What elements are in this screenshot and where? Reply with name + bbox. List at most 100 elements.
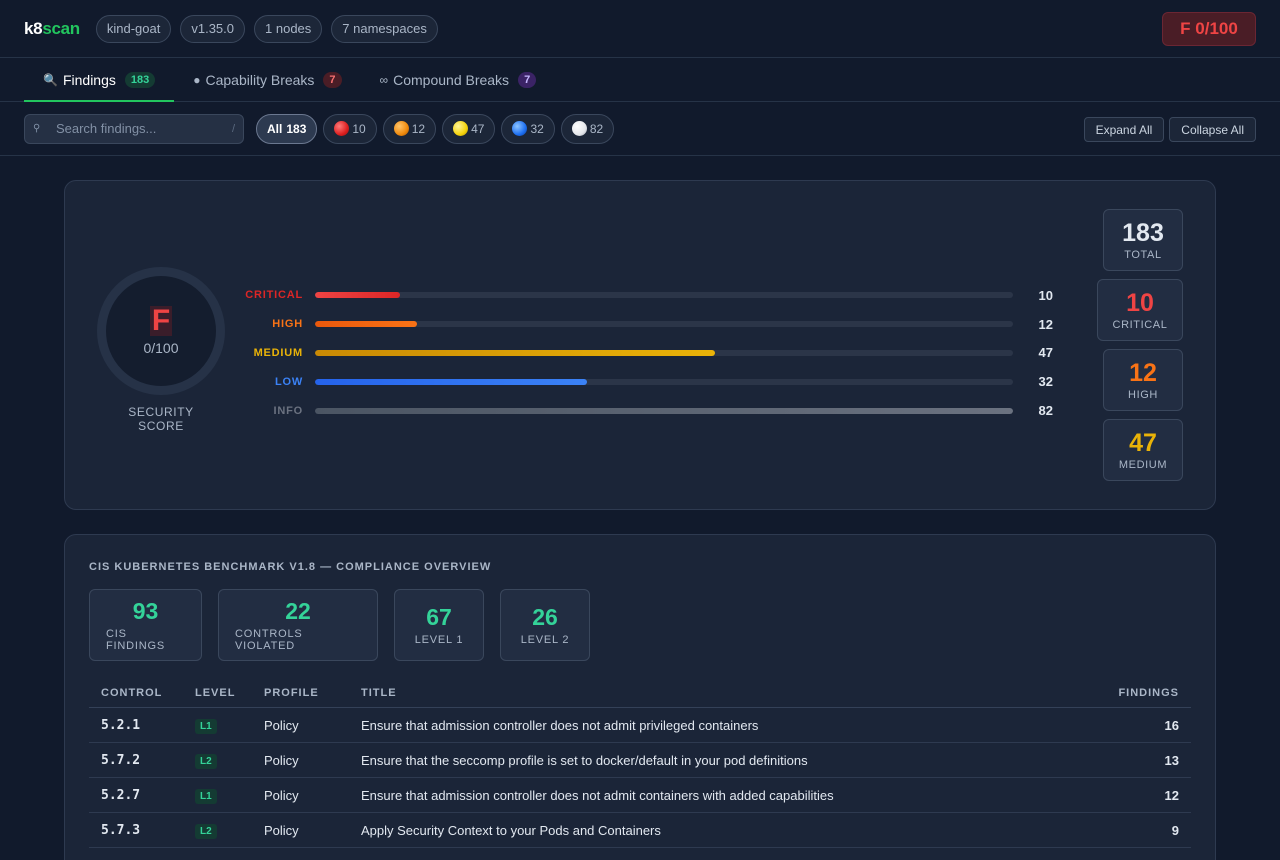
findings-count: 9 — [1068, 812, 1191, 848]
controls-violated-box: 22 CONTROLS VIOLATED — [218, 589, 378, 661]
score-grade: F — [149, 304, 173, 337]
tab-compound-breaks[interactable]: ∞ Compound Breaks 7 — [361, 58, 556, 101]
box-number: 22 — [285, 598, 311, 624]
level-cell: L1 — [183, 777, 252, 813]
severity-bar-label: CRITICAL — [245, 289, 303, 302]
cis-findings-box: 93 CIS FINDINGS — [89, 589, 202, 661]
stat-high: 12 HIGH — [1103, 349, 1183, 411]
severity-bar-low: LOW 32 — [245, 367, 1075, 396]
level-badge: L1 — [195, 788, 217, 804]
section-title: CIS KUBERNETES BENCHMARK V1.8 — COMPLIAN… — [89, 561, 492, 573]
white-dot-icon — [571, 121, 587, 136]
tab-count-badge: 7 — [518, 71, 537, 88]
stat-label: TOTAL — [1124, 249, 1162, 261]
severity-bar-fill — [315, 378, 588, 385]
column-header-level[interactable]: LEVEL — [183, 687, 252, 708]
stat-number: 47 — [1129, 429, 1157, 457]
tab-findings[interactable]: 🔍 Findings 183 — [24, 58, 175, 102]
chip-count: 12 — [411, 121, 426, 136]
stat-medium: 47 MEDIUM — [1103, 419, 1183, 481]
yellow-dot-icon — [453, 121, 469, 136]
profile-cell: Policy — [252, 812, 349, 848]
search-input[interactable] — [46, 121, 232, 136]
severity-bar-track — [315, 292, 1013, 299]
level-1-box: 67 LEVEL 1 — [394, 589, 484, 661]
filter-chip-low[interactable]: 32 — [501, 113, 555, 144]
severity-bar-track — [315, 407, 1013, 414]
tab-bar: 🔍 Findings 183 ● Capability Breaks 7 ∞ C… — [0, 58, 1280, 102]
cis-compliance-card: CIS KUBERNETES BENCHMARK V1.8 — COMPLIAN… — [64, 534, 1216, 860]
stat-number: 12 — [1129, 359, 1157, 387]
level-badge: L2 — [195, 823, 217, 839]
severity-bar-info: INFO 82 — [245, 396, 1075, 425]
column-header-title[interactable]: TITLE — [349, 687, 1069, 708]
severity-bar-fill — [315, 321, 418, 328]
tab-count-badge: 7 — [323, 71, 342, 88]
table-row[interactable]: 5.7.2 L2 Policy Ensure that the seccomp … — [89, 742, 1191, 778]
table-row[interactable]: 5.7.3 L2 Policy Apply Security Context t… — [89, 812, 1191, 848]
column-header-control[interactable]: CONTROL — [89, 687, 183, 708]
table-row[interactable]: 5.2.7 L1 Policy Ensure that admission co… — [89, 777, 1191, 813]
findings-count: 13 — [1068, 742, 1191, 778]
main-content: F 0/100 SECURITY SCORE CRITICAL 10 HIGH 12 M… — [0, 156, 1280, 860]
chip-count: 47 — [471, 121, 485, 136]
orange-dot-icon — [393, 121, 409, 136]
app-logo[interactable]: k8scan — [24, 19, 80, 39]
control-id: 5.7.2 — [89, 742, 183, 778]
table-header-row: CONTROL LEVEL PROFILE TITLE FINDINGS — [89, 687, 1191, 708]
chip-count: 32 — [530, 121, 544, 136]
severity-bar-medium: MEDIUM 47 — [245, 339, 1075, 368]
chip-count: 10 — [352, 121, 366, 136]
column-header-profile[interactable]: PROFILE — [252, 687, 349, 708]
column-header-findings[interactable]: FINDINGS — [1068, 687, 1191, 708]
title-cell: Ensure that the seccomp profile is set t… — [349, 742, 1069, 778]
filter-chip-medium[interactable]: 47 — [442, 113, 496, 144]
stat-number: 183 — [1122, 219, 1164, 247]
severity-bar-value: 12 — [1038, 316, 1053, 332]
search-box: ⚲ / — [24, 113, 244, 144]
severity-bar-value: 82 — [1038, 403, 1053, 419]
box-label: LEVEL 2 — [520, 634, 570, 646]
filter-chip-info[interactable]: 82 — [560, 113, 615, 144]
stat-label: HIGH — [1128, 389, 1158, 401]
shortcut-hint: / — [231, 122, 235, 135]
score-ring: F 0/100 — [97, 267, 225, 395]
control-id: 5.2.1 — [89, 707, 183, 743]
severity-bar-value: 32 — [1038, 374, 1053, 390]
cluster-name-pill: kind-goat — [95, 14, 172, 43]
stat-critical: 10 CRITICAL — [1097, 279, 1183, 341]
magnifier-icon: 🔍 — [43, 72, 58, 87]
severity-bar-track — [315, 378, 1013, 385]
tab-label: Findings — [62, 71, 116, 88]
filter-chip-critical[interactable]: 10 — [323, 113, 377, 144]
tab-label: Capability Breaks — [205, 71, 315, 88]
level-cell: L2 — [183, 812, 252, 848]
filter-chip-all[interactable]: All 183 — [256, 113, 318, 144]
blue-dot-icon — [512, 121, 528, 136]
chain-link-icon: ∞ — [379, 72, 389, 87]
level-badge: L1 — [195, 718, 217, 734]
level-2-box: 26 LEVEL 2 — [500, 589, 590, 661]
level-badge: L2 — [195, 753, 217, 769]
severity-bar-label: INFO — [273, 404, 303, 417]
stat-label: CRITICAL — [1112, 319, 1168, 331]
box-number: 67 — [426, 604, 452, 630]
title-cell: Ensure that admission controller does no… — [349, 777, 1069, 813]
box-label: CIS FINDINGS — [106, 628, 165, 652]
expand-all-button[interactable]: Expand All — [1083, 117, 1165, 142]
score-card: F 0/100 SECURITY SCORE CRITICAL 10 HIGH 12 M… — [64, 180, 1216, 510]
score-value: 0/100 — [143, 340, 179, 356]
red-dot-icon — [334, 121, 350, 136]
findings-count: 16 — [1068, 707, 1191, 743]
title-cell: Apply Security Context to your Pods and … — [349, 812, 1069, 848]
severity-bar-fill — [315, 349, 716, 356]
cis-controls-table: CONTROL LEVEL PROFILE TITLE FINDINGS 5.2… — [89, 687, 1191, 848]
filter-bar: ⚲ / All 183 10 12 47 32 82 Expand All Co… — [0, 102, 1280, 156]
collapse-all-button[interactable]: Collapse All — [1169, 117, 1256, 142]
chip-count: 82 — [589, 121, 604, 136]
tab-label: Compound Breaks — [393, 71, 510, 88]
tab-capability-breaks[interactable]: ● Capability Breaks 7 — [174, 58, 360, 101]
severity-bar-label: MEDIUM — [253, 346, 303, 359]
table-row[interactable]: 5.2.1 L1 Policy Ensure that admission co… — [89, 707, 1191, 743]
filter-chip-high[interactable]: 12 — [382, 113, 437, 144]
